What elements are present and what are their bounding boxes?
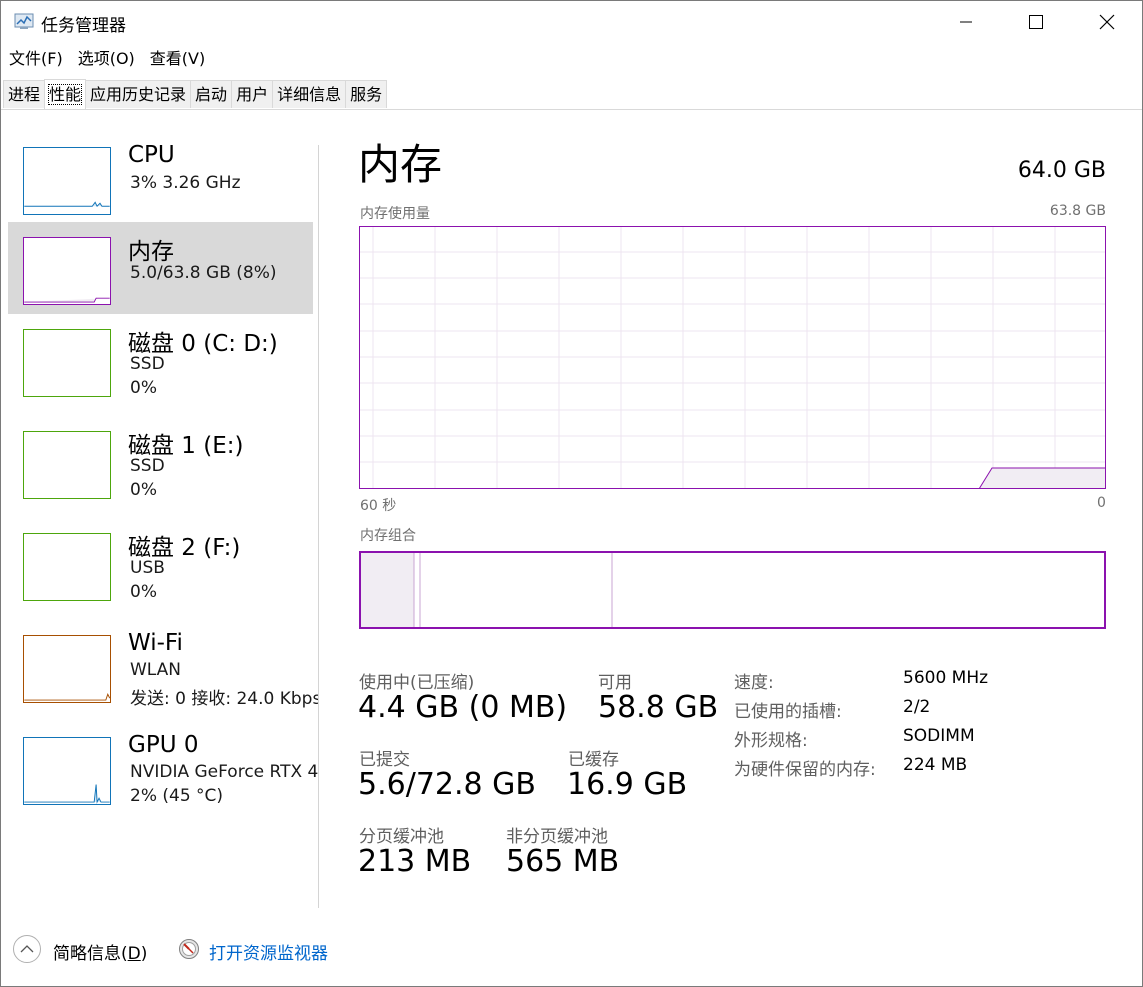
resource-monitor-icon [179,939,199,959]
maximize-button[interactable] [1001,0,1071,44]
sidebar-item-disk-2[interactable]: 磁盘 2 (F:) USB 0% [8,524,313,616]
minimize-button[interactable] [931,0,1001,44]
memory-composition-bar [359,551,1106,629]
hardware-reserved-label: 为硬件保留的内存: [734,760,876,780]
form-factor-value: SODIMM [903,726,975,746]
sidebar-item-detail: 5.0/63.8 GB (8%) [130,263,277,283]
tab-processes[interactable]: 进程 [3,80,46,108]
tab-performance[interactable]: 性能 [44,79,87,110]
usage-graph-max: 63.8 GB [1049,203,1106,219]
sidebar-item-memory[interactable]: 内存 5.0/63.8 GB (8%) [8,222,313,314]
sidebar-item-type: SSD [130,456,165,476]
sidebar-item-wifi[interactable]: Wi-Fi WLAN 发送: 0 接收: 24.0 Kbps [8,626,318,718]
disk-mini-graph [23,533,111,601]
memory-mini-graph [23,237,111,305]
tab-divider [0,109,1143,110]
menu-view[interactable]: 查看(V) [141,46,211,72]
close-icon [1099,14,1115,30]
disk-mini-graph [23,329,111,397]
sidebar-item-disk-1[interactable]: 磁盘 1 (E:) SSD 0% [8,422,313,514]
hardware-reserved-value: 224 MB [903,755,968,775]
non-paged-pool-value: 565 MB [506,844,620,879]
fewer-details-link[interactable]: 简略信息(D) [53,939,147,964]
available-value: 58.8 GB [598,690,719,725]
composition-border [359,551,1106,629]
sidebar-divider[interactable] [318,145,319,908]
sidebar-item-cpu[interactable]: CPU 3% 3.26 GHz [8,130,313,222]
sidebar-item-usage: 2% (45 °C) [130,786,224,806]
sidebar-item-usage: 0% [130,582,157,602]
sidebar-item-adapter: WLAN [130,660,182,680]
task-manager-icon [14,13,34,29]
sidebar-item-type: SSD [130,354,165,374]
form-factor-label: 外形规格: [734,731,808,751]
minimize-icon [960,21,972,23]
page-title: 内存 [358,140,443,189]
cpu-mini-graph [23,147,111,215]
sidebar-item-name: 磁盘 1 (E:) [128,433,244,459]
usage-graph-label: 内存使用量 [360,206,430,222]
time-axis-start: 60 秒 [360,498,397,514]
speed-value: 5600 MHz [903,668,989,688]
sidebar-item-name: 磁盘 0 (C: D:) [128,331,278,357]
sidebar-item-usage: 0% [130,378,157,398]
sidebar-item-throughput: 发送: 0 接收: 24.0 Kbps [130,689,318,709]
paged-pool-value: 213 MB [358,844,472,879]
sidebar-item-type: USB [130,558,165,578]
sidebar-item-name: GPU 0 [128,732,199,758]
sidebar-item-model: NVIDIA GeForce RTX 4 [130,762,318,782]
sidebar-item-name: Wi-Fi [128,630,183,656]
maximize-icon [1029,15,1043,29]
tab-app-history[interactable]: 应用历史记录 [85,80,192,108]
sidebar-item-usage: 0% [130,480,157,500]
tab-services[interactable]: 服务 [345,80,388,108]
window-title: 任务管理器 [41,16,126,36]
tab-details[interactable]: 详细信息 [272,80,347,108]
menu-bar: 文件(F) 选项(O) 查看(V) [0,46,211,72]
committed-value: 5.6/72.8 GB [358,767,536,802]
sidebar-item-disk-0[interactable]: 磁盘 0 (C: D:) SSD 0% [8,320,313,412]
open-resource-monitor-link[interactable]: 打开资源监视器 [209,939,328,964]
wifi-mini-graph [23,635,111,703]
composition-label: 内存组合 [360,528,416,544]
composition-in-use [360,552,414,628]
tab-users[interactable]: 用户 [231,80,274,108]
sidebar-item-detail: 3% 3.26 GHz [130,173,241,193]
usage-area [979,468,1106,489]
fewer-details-toggle[interactable] [13,935,41,963]
menu-options[interactable]: 选项(O) [69,46,141,72]
time-axis-end: 0 [1097,495,1106,511]
usage-grid [359,226,1106,489]
gpu-mini-graph [23,737,111,805]
chevron-up-icon [20,945,34,953]
cached-value: 16.9 GB [567,767,688,802]
slots-value: 2/2 [903,697,931,717]
slots-label: 已使用的插槽: [734,702,842,722]
memory-usage-graph [359,226,1106,489]
in-use-value: 4.4 GB (0 MB) [358,690,568,725]
tab-strip: 进程 性能 应用历史记录 启动 用户 详细信息 服务 [3,79,388,110]
sidebar-item-name: 内存 [128,239,174,265]
sidebar-item-gpu[interactable]: GPU 0 NVIDIA GeForce RTX 4 2% (45 °C) [8,728,318,820]
title-bar: 任务管理器 [0,0,1143,44]
sidebar-item-name: 磁盘 2 (F:) [128,535,241,561]
menu-file[interactable]: 文件(F) [0,46,69,72]
tab-startup[interactable]: 启动 [190,80,233,108]
sidebar-item-name: CPU [128,142,175,168]
speed-label: 速度: [734,673,774,693]
close-button[interactable] [1072,0,1142,44]
disk-mini-graph [23,431,111,499]
memory-total: 64.0 GB [1017,158,1106,183]
